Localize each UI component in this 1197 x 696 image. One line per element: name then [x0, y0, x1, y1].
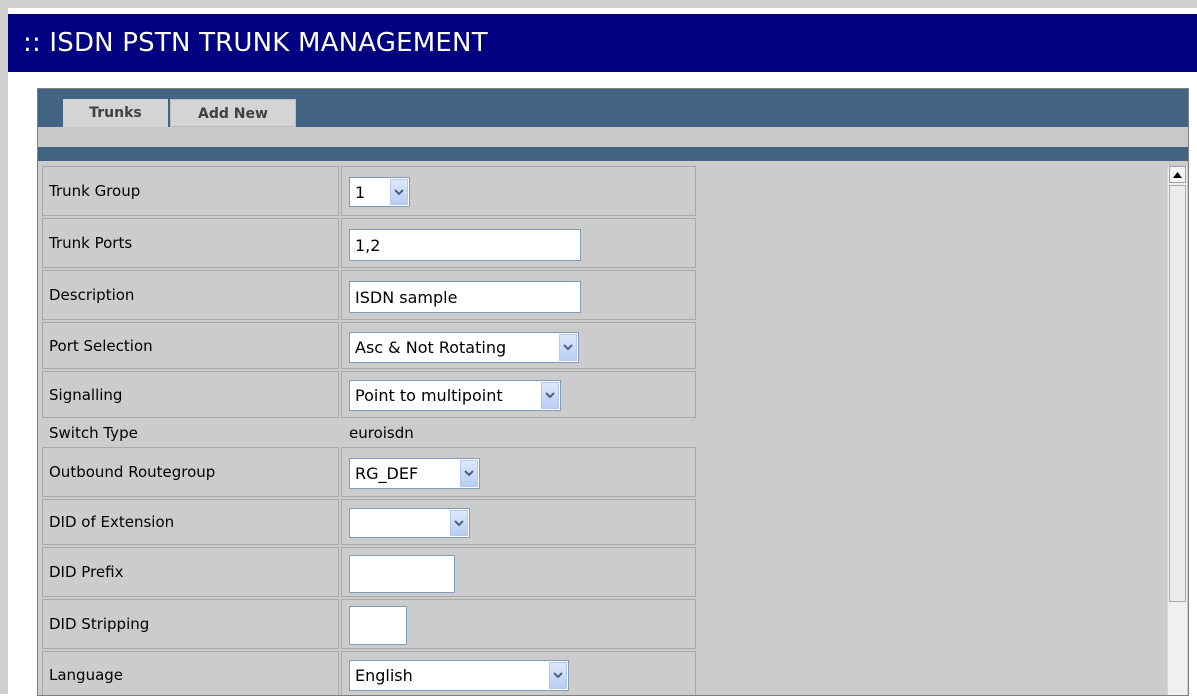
signalling-label: Signalling — [42, 371, 339, 418]
trunk-ports-input[interactable]: 1,2 — [349, 229, 581, 261]
did-stripping-input[interactable] — [349, 606, 407, 645]
chevron-down-icon[interactable] — [559, 334, 577, 361]
row-language: Language English — [38, 651, 728, 695]
row-did-prefix: DID Prefix — [38, 547, 728, 597]
toolbar-strip — [38, 127, 1188, 147]
did-stripping-cell — [341, 599, 696, 649]
outbound-routegroup-label: Outbound Routegroup — [42, 447, 339, 497]
port-selection-value: Asc & Not Rotating — [355, 338, 507, 357]
row-description: Description ISDN sample — [38, 270, 728, 320]
trunk-group-cell: 1 — [341, 166, 696, 216]
language-label: Language — [42, 651, 339, 695]
switch-type-value: euroisdn — [349, 423, 414, 442]
signalling-value: Point to multipoint — [355, 386, 503, 405]
chevron-down-icon[interactable] — [460, 460, 478, 487]
signalling-select[interactable]: Point to multipoint — [349, 380, 561, 411]
chevron-down-icon[interactable] — [541, 382, 559, 409]
outbound-routegroup-select[interactable]: RG_DEF — [349, 458, 480, 489]
chevron-down-icon[interactable] — [450, 510, 468, 536]
row-trunk-ports: Trunk Ports 1,2 — [38, 218, 728, 268]
description-label: Description — [42, 270, 339, 320]
scroll-up-button[interactable] — [1169, 166, 1186, 183]
port-selection-label: Port Selection — [42, 322, 339, 369]
window-left-edge — [0, 8, 8, 694]
description-cell: ISDN sample — [341, 270, 696, 320]
row-did-stripping: DID Stripping — [38, 599, 728, 649]
signalling-cell: Point to multipoint — [341, 371, 696, 418]
page-title: :: ISDN PSTN TRUNK MANAGEMENT — [8, 14, 1197, 72]
row-outbound-routegroup: Outbound Routegroup RG_DEF — [38, 447, 728, 497]
outbound-routegroup-cell: RG_DEF — [341, 447, 696, 497]
switch-type-cell: euroisdn — [341, 420, 696, 445]
did-prefix-cell — [341, 547, 696, 597]
did-prefix-input[interactable] — [349, 555, 455, 593]
did-stripping-label: DID Stripping — [42, 599, 339, 649]
did-prefix-label: DID Prefix — [42, 547, 339, 597]
outbound-routegroup-value: RG_DEF — [355, 464, 419, 483]
scrollbar-thumb[interactable] — [1169, 185, 1186, 602]
port-selection-cell: Asc & Not Rotating — [341, 322, 696, 369]
chevron-down-icon[interactable] — [549, 662, 567, 689]
trunk-group-label: Trunk Group — [42, 166, 339, 216]
tab-trunks[interactable]: Trunks — [63, 99, 168, 127]
tab-bar: Trunks Add New — [38, 89, 1188, 127]
tab-add-new[interactable]: Add New — [170, 99, 296, 127]
row-port-selection: Port Selection Asc & Not Rotating — [38, 322, 728, 369]
trunk-panel: Trunks Add New Trunk Group 1 Trunk Ports… — [37, 88, 1189, 696]
switch-type-label: Switch Type — [49, 423, 138, 442]
description-input[interactable]: ISDN sample — [349, 281, 581, 313]
vertical-scrollbar[interactable] — [1167, 166, 1187, 695]
window-top-edge — [0, 0, 1197, 8]
header-strip — [38, 147, 1188, 161]
triangle-up-icon — [1173, 171, 1182, 178]
chevron-down-icon[interactable] — [390, 179, 408, 205]
port-selection-select[interactable]: Asc & Not Rotating — [349, 332, 579, 363]
row-signalling: Signalling Point to multipoint — [38, 371, 728, 418]
did-of-extension-cell — [341, 499, 696, 545]
row-did-of-extension: DID of Extension — [38, 499, 728, 545]
trunk-group-value: 1 — [355, 182, 366, 202]
row-trunk-group: Trunk Group 1 — [38, 166, 728, 216]
language-cell: English — [341, 651, 696, 695]
trunk-ports-label: Trunk Ports — [42, 218, 339, 268]
trunk-ports-cell: 1,2 — [341, 218, 696, 268]
trunk-group-select[interactable]: 1 — [349, 177, 410, 207]
did-of-extension-select[interactable] — [349, 508, 470, 538]
did-of-extension-label: DID of Extension — [42, 499, 339, 545]
language-select[interactable]: English — [349, 660, 569, 691]
page-frame: :: ISDN PSTN TRUNK MANAGEMENT Trunks Add… — [8, 8, 1197, 696]
language-value: English — [355, 666, 413, 685]
row-switch-type: Switch Type euroisdn — [38, 420, 728, 445]
form-area: Trunk Group 1 Trunk Ports 1,2 Descriptio… — [38, 161, 1188, 695]
